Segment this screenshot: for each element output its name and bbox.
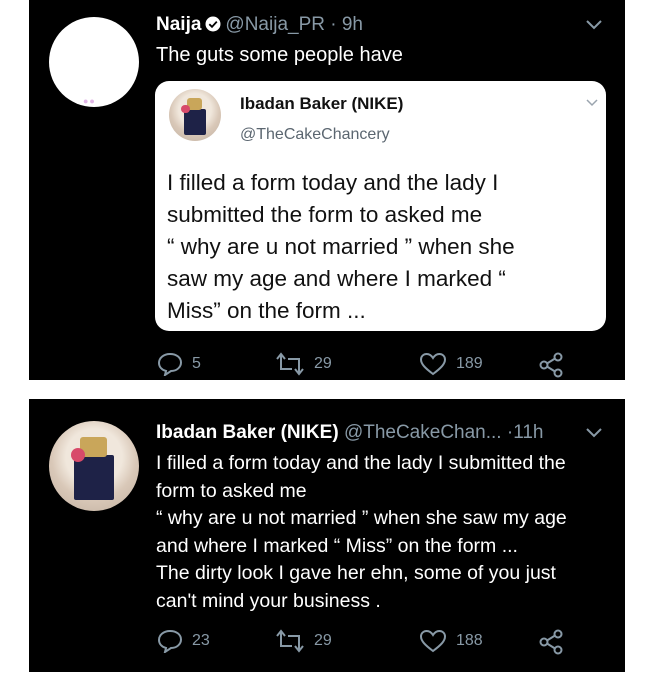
share-button[interactable]	[538, 629, 573, 655]
retweet-count: 29	[314, 632, 332, 649]
tweet-line: The dirty look I gave her ehn, some of y…	[156, 562, 556, 584]
quoted-author-handle: @TheCakeChancery	[240, 126, 390, 143]
tweet-text: The guts some people have	[156, 44, 403, 66]
quoted-text: I filled a form today and the lady I sub…	[167, 167, 597, 327]
author-name[interactable]: Ibadan Baker (NIKE)	[156, 422, 339, 443]
verified-icon	[205, 16, 221, 32]
author-handle[interactable]: @TheCakeChan...	[344, 422, 502, 443]
reply-icon	[157, 352, 183, 376]
like-count: 188	[456, 632, 483, 649]
retweet-count: 29	[314, 355, 332, 372]
tweet-line: form to asked me	[156, 479, 307, 502]
tweet-line: and where I marked “ Miss” on the form .…	[156, 534, 518, 557]
tweet-line: I filled a form today and the lady I sub…	[156, 452, 566, 474]
retweet-icon	[276, 629, 304, 653]
separator: ·	[330, 14, 337, 35]
quoted-line: “ why are u not married ” when she	[167, 234, 515, 259]
reply-button[interactable]: 23	[157, 629, 210, 653]
avatar[interactable]	[49, 421, 139, 511]
quoted-line: saw my age and where I marked “	[167, 266, 506, 291]
author-handle[interactable]: @Naija_PR	[225, 14, 325, 35]
quoted-avatar[interactable]	[169, 89, 221, 141]
quoted-tweet[interactable]: Ibadan Baker (NIKE) @TheCakeChancery I f…	[155, 81, 606, 331]
tweet-time[interactable]: 9h	[342, 14, 363, 35]
tweet-header: Naija @Naija_PR · 9h	[156, 14, 363, 36]
decorative-dots: ●●	[83, 96, 96, 106]
tweet-line: “ why are u not married ” when she saw m…	[156, 507, 567, 529]
like-icon	[419, 629, 447, 653]
retweet-button[interactable]: 29	[275, 629, 332, 653]
tweet-line: can't mind your business .	[156, 589, 381, 612]
tweet-actions: 23 29 188	[157, 629, 563, 655]
quoted-line: Miss” on the form ...	[167, 298, 366, 323]
retweet-button[interactable]: 29	[275, 352, 332, 376]
retweet-icon	[276, 352, 304, 376]
tweet-time[interactable]: 11h	[513, 422, 543, 443]
reply-count: 23	[192, 632, 210, 649]
avatar[interactable]	[49, 17, 139, 107]
tweet-text: I filled a form today and the lady I sub…	[156, 450, 616, 615]
like-count: 189	[456, 355, 483, 372]
tweet-ibadan-baker[interactable]: Ibadan Baker (NIKE) @TheCakeChan... ·11h…	[29, 399, 625, 672]
like-icon	[419, 352, 447, 376]
reply-button[interactable]: 5	[157, 352, 201, 376]
tweet-naija[interactable]: ●● Naija @Naija_PR · 9h The guts some peo…	[29, 0, 625, 380]
chevron-down-icon[interactable]	[585, 427, 603, 439]
quoted-line: I filled a form today and the lady I	[167, 170, 499, 195]
reply-count: 5	[192, 355, 201, 372]
chevron-down-icon[interactable]	[586, 99, 598, 107]
tweet-header: Ibadan Baker (NIKE) @TheCakeChan... ·11h	[156, 422, 543, 444]
author-name[interactable]: Naija	[156, 14, 201, 35]
share-icon	[539, 352, 563, 378]
chevron-down-icon[interactable]	[585, 19, 603, 31]
share-button[interactable]	[538, 352, 573, 378]
quoted-author-name: Ibadan Baker (NIKE)	[240, 94, 404, 113]
share-icon	[539, 629, 563, 655]
reply-icon	[157, 629, 183, 653]
like-button[interactable]: 188	[419, 629, 483, 653]
tweet-actions: 5 29 189	[157, 352, 563, 378]
like-button[interactable]: 189	[419, 352, 483, 376]
quoted-line: submitted the form to asked me	[167, 202, 483, 227]
